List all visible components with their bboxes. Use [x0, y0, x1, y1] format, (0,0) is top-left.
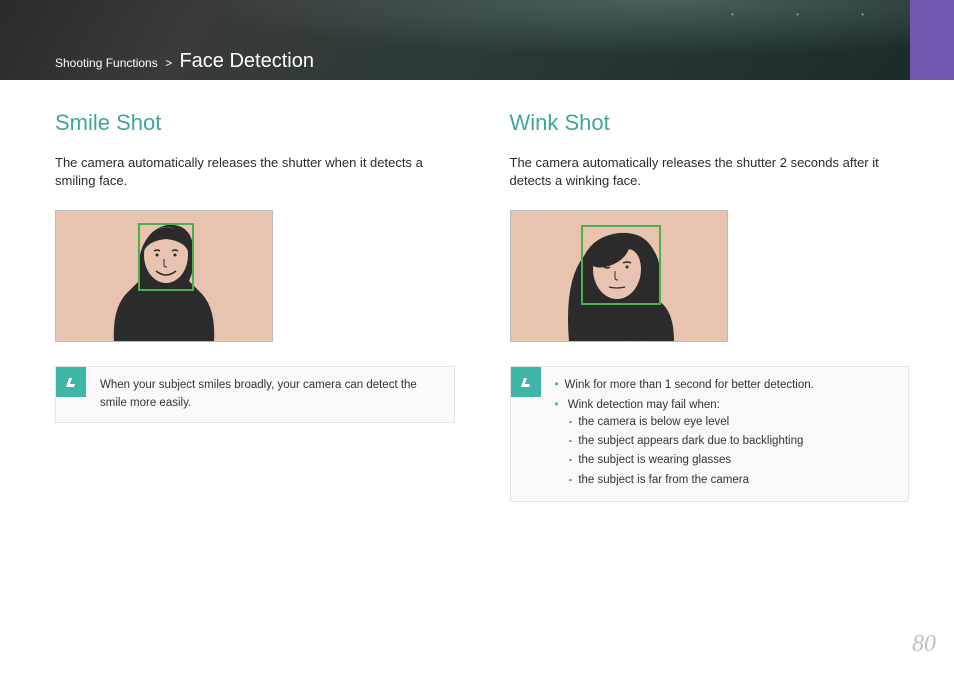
smile-illustration — [55, 210, 273, 342]
left-column: Smile Shot The camera automatically rele… — [55, 110, 455, 502]
smile-shot-body: The camera automatically releases the sh… — [55, 154, 455, 190]
list-item: Wink for more than 1 second for better d… — [555, 377, 814, 394]
smile-shot-heading: Smile Shot — [55, 110, 455, 136]
list-item: the camera is below eye level — [569, 414, 814, 431]
wink-shot-body: The camera automatically releases the sh… — [510, 154, 910, 190]
breadcrumb: Shooting Functions > Face Detection — [55, 50, 314, 73]
face-detection-box — [581, 225, 661, 305]
breadcrumb-category: Shooting Functions — [55, 56, 158, 70]
list-item: the subject appears dark due to backligh… — [569, 433, 814, 450]
note-icon — [511, 367, 541, 397]
list-item-label: Wink detection may fail when: — [568, 399, 720, 411]
page-number: 80 — [912, 631, 936, 658]
list-item: Wink detection may fail when: the camera… — [555, 397, 814, 489]
wink-shot-heading: Wink Shot — [510, 110, 910, 136]
page-title: Face Detection — [179, 50, 314, 72]
face-detection-box — [138, 223, 194, 291]
page-header: • • • Shooting Functions > Face Detectio… — [0, 0, 954, 80]
note-icon — [56, 367, 86, 397]
chevron-right-icon: > — [165, 56, 172, 70]
list-item: the subject is far from the camera — [569, 472, 814, 489]
wink-note-body: Wink for more than 1 second for better d… — [541, 367, 828, 501]
smile-note-text: When your subject smiles broadly, your c… — [86, 367, 454, 422]
wink-illustration — [510, 210, 728, 342]
wink-note: Wink for more than 1 second for better d… — [510, 366, 910, 502]
smile-note: When your subject smiles broadly, your c… — [55, 366, 455, 423]
content-area: Smile Shot The camera automatically rele… — [0, 80, 954, 502]
list-item: the subject is wearing glasses — [569, 452, 814, 469]
decorative-dots: • • • — [731, 10, 894, 19]
right-column: Wink Shot The camera automatically relea… — [510, 110, 910, 502]
side-tab — [910, 0, 954, 80]
